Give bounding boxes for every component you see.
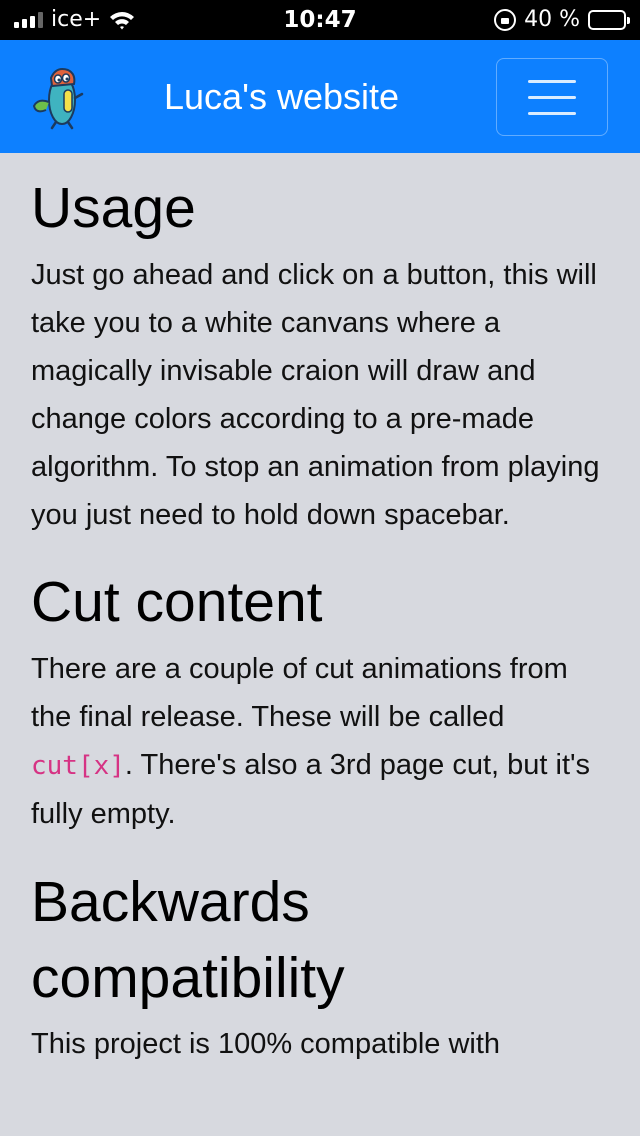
cut-content-heading: Cut content [31,570,323,634]
backwards-compatibility-paragraph: This project is 100% compatible with [31,1028,501,1060]
usage-paragraph: Just go ahead and click on a button, thi… [31,259,600,531]
main-content: Usage Just go ahead and click on a butto… [31,153,611,1068]
inline-code: cut[x] [31,751,125,781]
status-bar: ice+ 10:47 40 % [0,0,640,40]
usage-heading: Usage [31,176,196,240]
navbar: Luca's website [0,40,640,153]
battery-percentage: 40 % [524,7,580,32]
battery-icon [588,10,630,30]
brand-logo-icon[interactable] [26,64,88,130]
hamburger-icon [528,79,576,83]
site-title[interactable]: Luca's website [164,76,399,118]
cut-content-section: Cut content There are a couple of cut an… [31,563,611,838]
cut-content-paragraph: There are a couple of cut animations fro… [31,653,591,830]
orientation-lock-icon [494,9,517,31]
usage-section: Usage Just go ahead and click on a butto… [31,169,611,539]
backwards-compatibility-heading: Backwards compatibility [31,870,345,1010]
backwards-compatibility-section: Backwards compatibility This project is … [31,864,611,1068]
menu-toggle-button[interactable] [496,58,608,136]
